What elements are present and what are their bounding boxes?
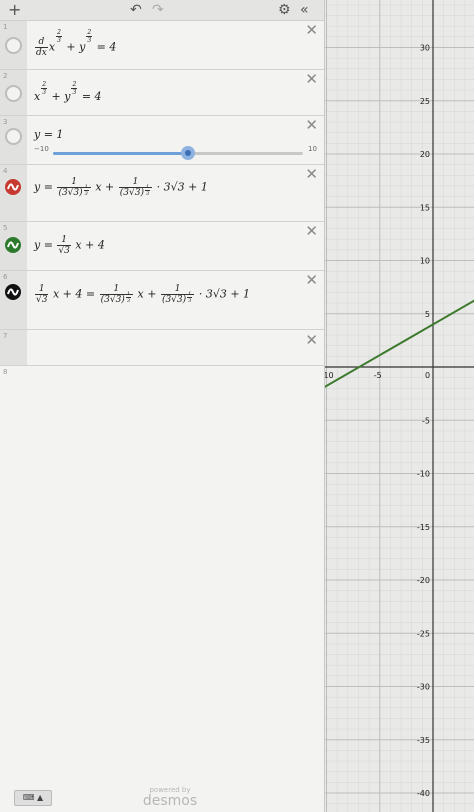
row-number: 2 [3, 72, 8, 80]
expression-row-5[interactable]: 5 y = 1 √3 x + 4 ✕ [0, 222, 324, 271]
y-tick-label: -40 [417, 789, 430, 798]
y-tick-label: 10 [420, 257, 430, 266]
expression-2[interactable]: x23 + y23 = 4 [34, 81, 102, 103]
delete-expression-7-button[interactable]: ✕ [305, 333, 318, 348]
row-number: 6 [3, 273, 8, 281]
expression-4[interactable]: y = 1 (3√3) 1 3 x + 1 (3√3) 1 3 · 3√3 + 1 [34, 177, 208, 198]
expression-6[interactable]: 1 √3 x + 4 = 1 (3√3) 1 3 x + 1 (3√3) 1 3 · 3√3 … [34, 284, 250, 305]
row-number: 7 [3, 332, 8, 340]
slider-handle[interactable] [181, 146, 195, 160]
y-tick-label: 5 [425, 310, 430, 319]
grid-minor [325, 0, 474, 812]
expression-row-3[interactable]: 3 y = 1 ✕ [0, 116, 324, 165]
delete-expression-3-button[interactable]: ✕ [305, 118, 318, 133]
redo-button[interactable]: ↷ [152, 1, 164, 19]
delete-expression-1-button[interactable]: ✕ [305, 23, 318, 38]
expression-row-7[interactable]: 7 ✕ [0, 330, 324, 366]
delete-expression-4-button[interactable]: ✕ [305, 167, 318, 182]
add-expression-button[interactable]: + [8, 1, 21, 19]
slider-min-label: −10 [34, 145, 49, 153]
y-tick-label: 15 [420, 203, 430, 212]
expression-3[interactable]: y = 1 [34, 128, 63, 141]
y-tick-label: -20 [417, 576, 430, 585]
expression-5[interactable]: y = 1 √3 x + 4 [34, 235, 105, 256]
x-tick-label: -10 [325, 371, 334, 380]
x-tick-label: 0 [425, 371, 430, 380]
row-number: 3 [3, 118, 8, 126]
y-tick-label: -30 [417, 683, 430, 692]
powered-by-desmos: powered by desmos [140, 786, 200, 808]
slider-max-label: 10 [308, 145, 317, 153]
expression-row-2[interactable]: 2 x23 + y23 = 4 ✕ [0, 70, 324, 116]
wave-icon[interactable] [5, 179, 21, 195]
toolbar: + ↶ ↷ ⚙ « [0, 0, 324, 21]
y-tick-label: -35 [417, 736, 430, 745]
circle-icon[interactable] [5, 37, 22, 54]
expression-1[interactable]: d dx x 2 3 + y23 = 4 [34, 29, 116, 58]
circle-icon[interactable] [5, 128, 22, 145]
slider-fill [53, 152, 187, 155]
expression-row-4[interactable]: 4 y = 1 (3√3) 1 3 x + 1 (3√3) 1 3 · 3√3 + 1 ✕ [0, 165, 324, 222]
y-tick-label: -15 [417, 523, 430, 532]
y-tick-label: -10 [417, 470, 430, 479]
y-tick-label: -25 [417, 629, 430, 638]
expression-row-6[interactable]: 6 1 √3 x + 4 = 1 (3√3) 1 3 x + 1 (3√3) 1 3 · 3√… [0, 271, 324, 330]
row-number: 4 [3, 167, 8, 175]
wave-icon[interactable] [5, 284, 21, 300]
delete-expression-6-button[interactable]: ✕ [305, 273, 318, 288]
row-number: 1 [3, 23, 8, 31]
undo-button[interactable]: ↶ [130, 1, 142, 19]
x-tick-label: -5 [374, 371, 382, 380]
wave-icon[interactable] [5, 237, 21, 253]
desmos-logo: desmos [142, 793, 198, 809]
y-tick-label: 25 [420, 97, 430, 106]
keyboard-toggle-button[interactable]: ⌨ ▲ [14, 790, 52, 806]
collapse-panel-button[interactable]: « [300, 1, 309, 19]
expression-row-1[interactable]: 1 d dx x 2 3 + y23 = 4 ✕ [0, 21, 324, 70]
expression-row-8[interactable]: 8 [0, 366, 324, 386]
delete-expression-5-button[interactable]: ✕ [305, 224, 318, 239]
circle-icon[interactable] [5, 85, 22, 102]
row-number: 8 [3, 368, 8, 376]
delete-expression-2-button[interactable]: ✕ [305, 72, 318, 87]
row-number: 5 [3, 224, 8, 232]
expression-panel: + ↶ ↷ ⚙ « 1 d dx x 2 3 + y23 = 4 ✕ 2 x23 + y… [0, 0, 325, 812]
settings-gear-icon[interactable]: ⚙ [278, 1, 291, 19]
y-tick-label: -5 [422, 416, 430, 425]
graph-canvas[interactable]: -10-503530252015105-5-10-15-20-25-30-35-… [325, 0, 474, 812]
y-tick-label: 20 [420, 150, 430, 159]
y-tick-label: 30 [420, 44, 430, 53]
